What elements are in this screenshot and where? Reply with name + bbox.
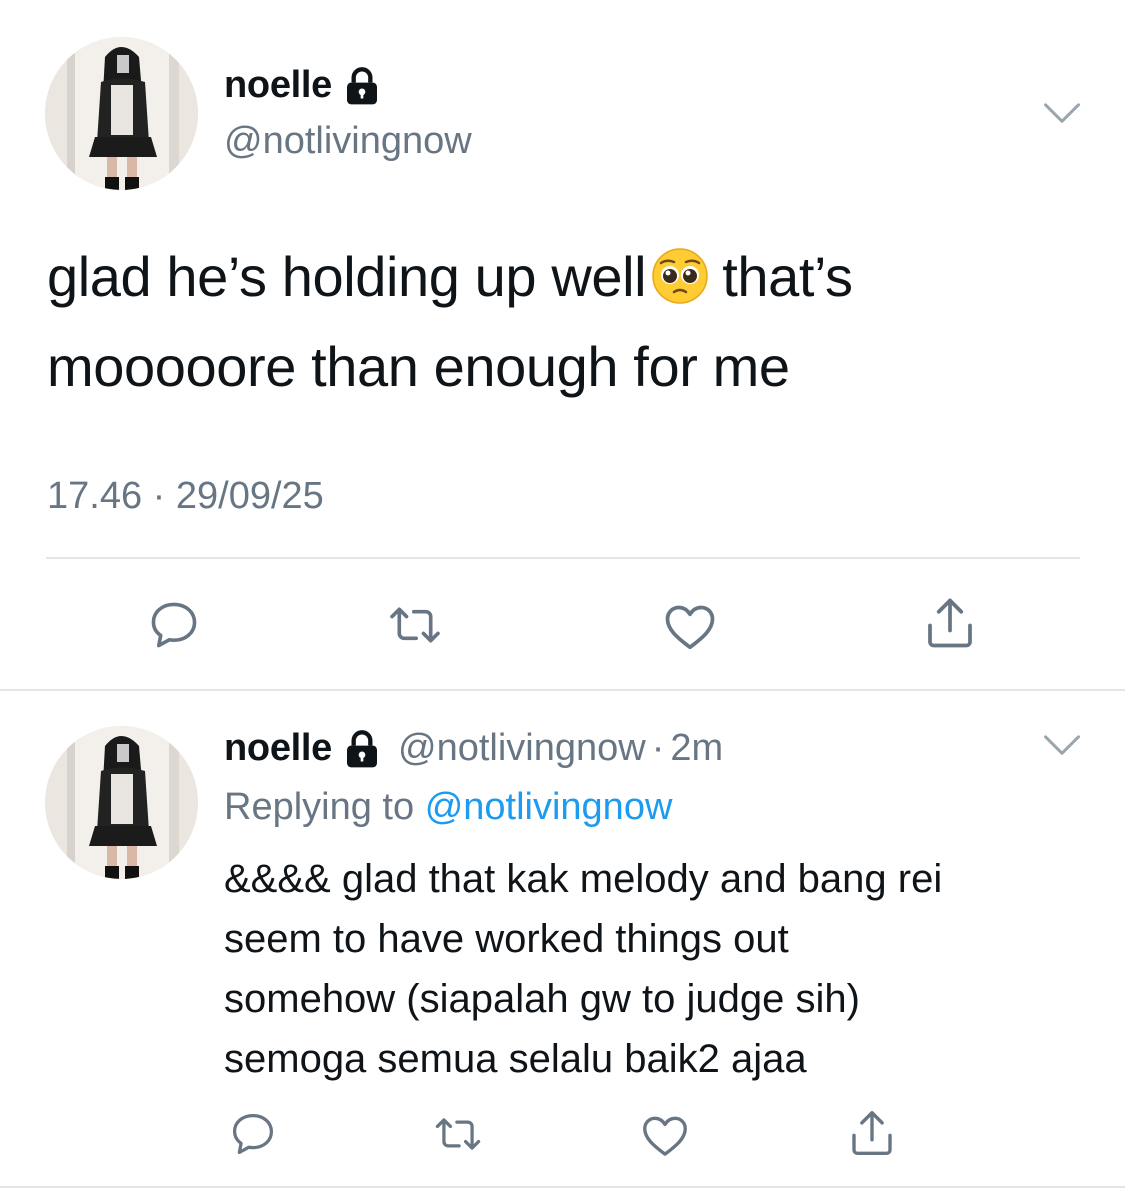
avatar[interactable] xyxy=(45,37,198,190)
tweet-text-line-2: mooooore than enough for me xyxy=(47,335,790,398)
reply-text-line: semoga semua selalu baik2 ajaa xyxy=(224,1037,807,1081)
avatar[interactable] xyxy=(45,726,198,879)
author-name[interactable]: noelle xyxy=(224,727,332,770)
tweet-text: glad he’s holding up well that’s mooooor… xyxy=(47,232,1087,412)
tweet-text-line-1: glad he’s holding up well that’s xyxy=(47,232,1087,322)
reply-text-line: seem to have worked things out xyxy=(224,917,789,961)
timestamp[interactable]: 17.46 · 29/09/25 xyxy=(47,475,324,518)
lock-icon xyxy=(342,66,382,106)
heart-icon[interactable] xyxy=(638,1108,692,1162)
replying-to-handle-link[interactable]: @notlivingnow xyxy=(425,786,673,828)
lock-icon xyxy=(342,729,382,769)
chevron-down-icon[interactable] xyxy=(1040,92,1084,136)
tweet-text-part: glad he’s holding up well xyxy=(47,245,647,308)
share-icon[interactable] xyxy=(845,1106,899,1160)
reply-icon[interactable] xyxy=(227,1108,279,1160)
share-icon[interactable] xyxy=(920,593,980,653)
divider xyxy=(0,689,1125,691)
divider xyxy=(46,557,1080,559)
tweet-text-part: that’s xyxy=(722,245,853,308)
reply-text: &&&& glad that kak melody and bang rei s… xyxy=(224,849,1094,1089)
reply-icon[interactable] xyxy=(145,596,203,654)
retweet-icon[interactable] xyxy=(386,596,444,654)
author-name[interactable]: noelle xyxy=(224,64,332,107)
reply-text-line: &&&& glad that kak melody and bang rei xyxy=(224,857,943,901)
pleading-face-emoji-icon xyxy=(652,240,708,304)
chevron-down-icon[interactable] xyxy=(1040,724,1084,768)
author-handle[interactable]: @notlivingnow xyxy=(398,727,646,770)
heart-icon[interactable] xyxy=(660,596,720,656)
replying-to: Replying to @notlivingnow xyxy=(224,786,672,829)
author-handle[interactable]: @notlivingnow xyxy=(224,120,472,163)
reply-text-line: somehow (siapalah gw to judge sih) xyxy=(224,977,860,1021)
time-separator: · xyxy=(651,727,665,769)
replying-to-label: Replying to xyxy=(224,786,415,828)
relative-time[interactable]: 2m xyxy=(670,727,723,770)
retweet-icon[interactable] xyxy=(432,1108,484,1160)
